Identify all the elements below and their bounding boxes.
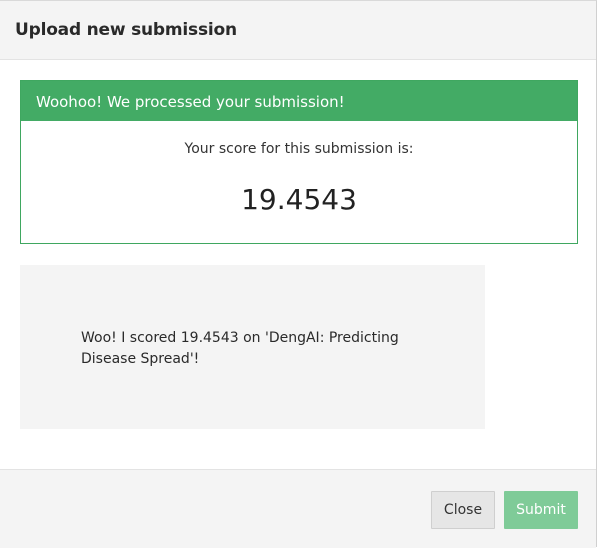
upload-submission-modal: Upload new submission Woohoo! We process… [0,0,597,548]
modal-footer: Close Submit [0,469,596,548]
share-message-box: Woo! I scored 19.4543 on 'DengAI: Predic… [20,265,485,429]
success-banner: Woohoo! We processed your submission! [21,81,577,121]
modal-header: Upload new submission [0,1,596,60]
submission-result-panel: Woohoo! We processed your submission! Yo… [20,80,578,244]
share-message-text: Woo! I scored 19.4543 on 'DengAI: Predic… [81,330,399,367]
score-value: 19.4543 [241,183,357,216]
close-button[interactable]: Close [431,491,495,529]
score-label: Your score for this submission is: [184,141,414,157]
modal-title: Upload new submission [15,20,237,40]
success-message: Woohoo! We processed your submission! [36,93,345,111]
submit-button[interactable]: Submit [504,491,578,529]
